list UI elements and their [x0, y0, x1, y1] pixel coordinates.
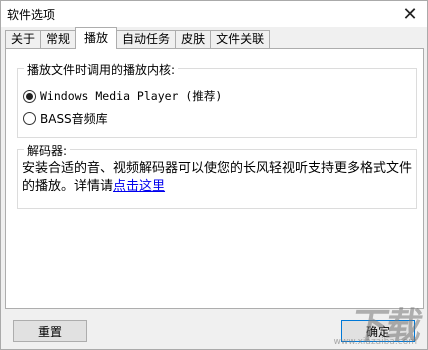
- decoder-description-text: 安装合适的音、视频解码器可以使您的长风轻视听支持更多格式文件的播放。详情请: [22, 161, 413, 194]
- tab-general[interactable]: 常规: [40, 30, 77, 49]
- window-title: 软件选项: [7, 8, 56, 22]
- title-bar: 软件选项 ✕: [1, 1, 427, 27]
- decoder-description: 安装合适的音、视频解码器可以使您的长风轻视听支持更多格式文件的播放。详情请点击这…: [22, 160, 412, 196]
- radio-button-checked-icon[interactable]: [23, 89, 36, 103]
- playback-panel: 播放文件时调用的播放内核: Windows Media Player (推荐) …: [5, 48, 424, 309]
- close-icon[interactable]: ✕: [393, 1, 427, 27]
- radio-option-wmp[interactable]: Windows Media Player (推荐): [23, 88, 222, 104]
- tab-auto-tasks[interactable]: 自动任务: [116, 30, 177, 49]
- decoder-group-title: 解码器:: [24, 142, 71, 159]
- tab-playback[interactable]: 播放: [75, 27, 118, 49]
- reset-button[interactable]: 重置: [13, 320, 87, 342]
- play-core-group: 播放文件时调用的播放内核: Windows Media Player (推荐) …: [17, 61, 417, 138]
- tab-strip: 关于 常规 播放 自动任务 皮肤 文件关联: [5, 27, 271, 49]
- tab-file-association[interactable]: 文件关联: [210, 30, 271, 49]
- radio-option-bass[interactable]: BASS音频库: [23, 110, 108, 127]
- play-core-group-title: 播放文件时调用的播放内核:: [24, 61, 179, 78]
- ok-button[interactable]: 确定: [341, 320, 415, 342]
- decoder-group: 解码器: 安装合适的音、视频解码器可以使您的长风轻视听支持更多格式文件的播放。详…: [17, 142, 417, 209]
- options-dialog: 软件选项 ✕ 关于 常规 播放 自动任务 皮肤 文件关联 播放文件时调用的播放内…: [0, 0, 428, 350]
- radio-button-icon[interactable]: [23, 112, 36, 125]
- decoder-details-link[interactable]: 点击这里: [113, 179, 165, 194]
- tab-about[interactable]: 关于: [5, 30, 42, 49]
- tab-skins[interactable]: 皮肤: [175, 30, 212, 49]
- radio-label-bass[interactable]: BASS音频库: [40, 110, 108, 127]
- radio-label-wmp[interactable]: Windows Media Player (推荐): [40, 88, 222, 104]
